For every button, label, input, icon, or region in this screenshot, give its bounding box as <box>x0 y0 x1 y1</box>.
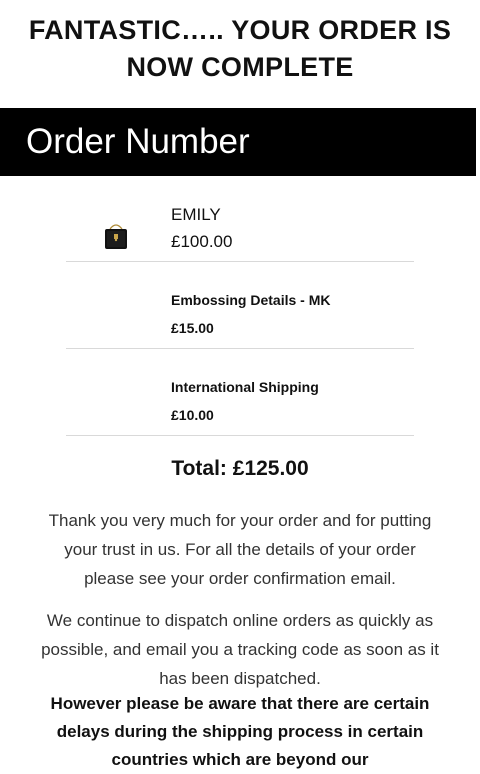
shipping-delay-warning: However please be aware that there are c… <box>50 694 430 769</box>
order-items-list: EMILY £100.00 Embossing Details - MK £15… <box>66 196 414 436</box>
line-item-name: Embossing Details - MK <box>171 292 331 308</box>
order-number-bar: Order Number <box>0 108 476 176</box>
line-item-price: £10.00 <box>171 407 214 423</box>
list-item: EMILY £100.00 <box>66 196 414 262</box>
product-price: £100.00 <box>171 232 233 251</box>
dispatch-message: We continue to dispatch online orders as… <box>41 611 439 688</box>
list-item: International Shipping £10.00 <box>66 349 414 436</box>
line-item-price: £15.00 <box>171 320 214 336</box>
thank-you-message: Thank you very much for your order and f… <box>48 511 432 588</box>
order-total: Total: £125.00 <box>171 457 309 480</box>
line-item-name: International Shipping <box>171 379 319 395</box>
order-complete-heading: FANTASTIC….. YOUR ORDER IS NOW COMPLETE <box>28 15 452 82</box>
product-name: EMILY <box>171 205 221 224</box>
product-thumbnail-image <box>105 224 127 249</box>
order-number-label: Order Number <box>26 122 250 161</box>
list-item: Embossing Details - MK £15.00 <box>66 262 414 349</box>
